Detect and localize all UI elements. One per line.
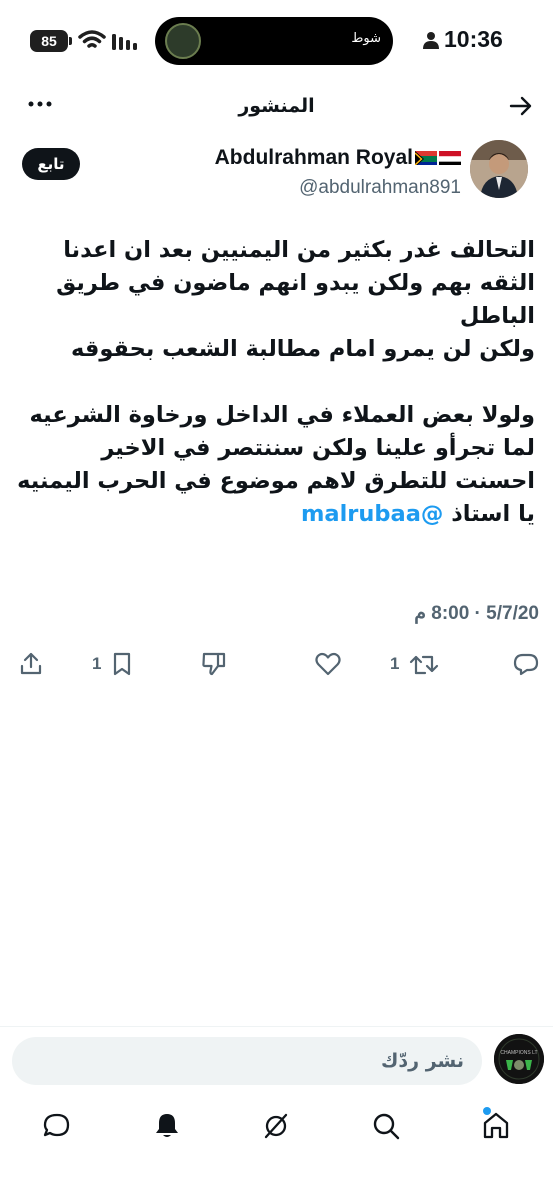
author-avatar[interactable] (470, 140, 528, 198)
reply-button[interactable] (512, 649, 540, 679)
share-icon (20, 652, 42, 675)
island-text: شوط (351, 31, 381, 46)
author-name[interactable]: Abdulrahman Royal (215, 146, 461, 170)
thumbs-down-icon (202, 652, 226, 676)
svg-text:CHAMPIONS LT: CHAMPIONS LT (500, 1050, 537, 1056)
tweet-text: التحالف غدر بكثير من اليمنيين بعد ان اعد… (15, 234, 535, 531)
reply-icon (513, 653, 539, 676)
tweet-text-content: التحالف غدر بكثير من اليمنيين بعد ان اعد… (17, 237, 535, 527)
nav-notifications-icon[interactable] (150, 1109, 184, 1143)
island-app-logo-icon (165, 23, 201, 59)
dislike-button[interactable] (200, 649, 228, 679)
yemen-flag-icon (439, 149, 461, 165)
nav-search-icon[interactable] (369, 1109, 403, 1143)
signal-icon (112, 34, 137, 50)
person-icon (423, 32, 439, 49)
home-notification-dot (483, 1107, 491, 1115)
back-arrow-icon[interactable] (508, 94, 534, 118)
south-africa-flag-icon (415, 149, 437, 165)
bookmark-button[interactable]: 1 (92, 649, 133, 679)
dynamic-island: شوط (155, 17, 393, 65)
page-title: المنشور (238, 95, 315, 117)
tweet-mention-link[interactable]: @malrubaa (301, 501, 443, 527)
retweet-button[interactable]: 1 (390, 649, 439, 679)
reply-bar-divider (0, 1026, 553, 1027)
battery-tip (69, 37, 72, 45)
author-handle[interactable]: @abdulrahman891 (299, 177, 461, 199)
battery-indicator: 85 (30, 30, 68, 52)
status-time: 10:36 (444, 26, 503, 52)
author-name-text[interactable]: Abdulrahman Royal (215, 146, 413, 169)
nav-messages-icon[interactable] (40, 1109, 74, 1143)
share-button[interactable] (18, 649, 44, 679)
status-bar: 85 شوط 10:36 (0, 0, 553, 82)
retweet-icon (410, 655, 439, 675)
bookmark-count: 1 (92, 654, 102, 673)
like-button[interactable] (314, 649, 342, 679)
nav-grok-icon[interactable] (259, 1109, 293, 1143)
tweet-timestamp: 5/7/20 · 8:00 م (414, 603, 539, 624)
reply-input[interactable]: نشر ردّك (12, 1037, 482, 1085)
retweet-count: 1 (390, 654, 400, 673)
my-avatar[interactable]: CHAMPIONS LT (494, 1034, 544, 1084)
heart-icon (315, 652, 341, 676)
bookmark-icon (114, 652, 131, 676)
follow-button[interactable]: تابع (22, 148, 80, 180)
wifi-icon (78, 30, 106, 48)
